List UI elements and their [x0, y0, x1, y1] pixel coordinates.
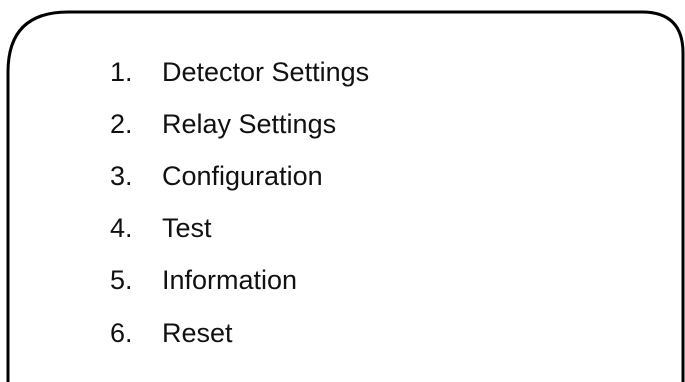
menu-item-label: Reset — [162, 317, 233, 348]
menu-item-number: 4. — [110, 213, 133, 244]
menu-item-number: 2. — [110, 108, 133, 139]
menu-item-label: Test — [162, 213, 212, 244]
menu-item-label: Relay Settings — [162, 108, 337, 139]
display-screen: 1. Detector Settings 2. Relay Settings 3… — [0, 0, 685, 382]
main-menu: 1. Detector Settings 2. Relay Settings 3… — [110, 46, 369, 359]
menu-item-relay-settings[interactable]: 2. Relay Settings — [110, 98, 369, 150]
menu-item-test[interactable]: 4. Test — [110, 203, 369, 255]
menu-item-number: 5. — [110, 265, 133, 296]
menu-item-detector-settings[interactable]: 1. Detector Settings — [110, 46, 369, 98]
menu-item-configuration[interactable]: 3. Configuration — [110, 150, 369, 202]
menu-item-label: Detector Settings — [162, 56, 370, 87]
menu-item-label: Information — [162, 265, 298, 296]
menu-item-number: 6. — [110, 317, 133, 348]
menu-item-reset[interactable]: 6. Reset — [110, 307, 369, 359]
menu-item-information[interactable]: 5. Information — [110, 255, 369, 307]
menu-item-label: Configuration — [162, 160, 323, 191]
menu-item-number: 3. — [110, 160, 133, 191]
menu-item-number: 1. — [110, 56, 133, 87]
